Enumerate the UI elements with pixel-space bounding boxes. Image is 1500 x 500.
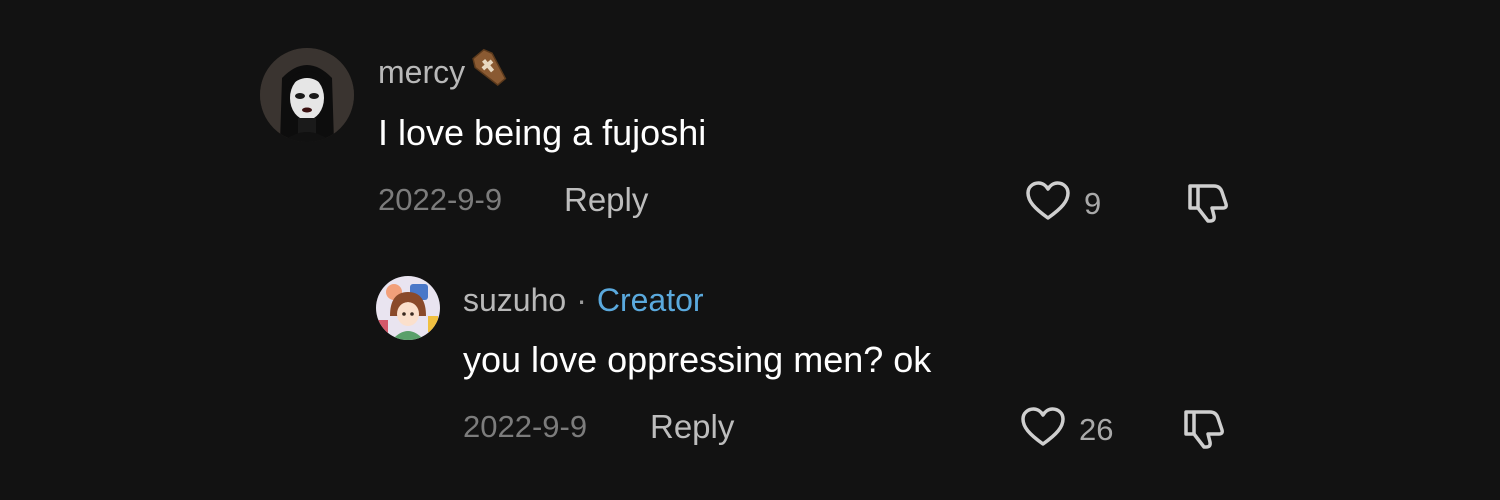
reply-button[interactable]: Reply xyxy=(650,408,734,446)
reply-text: you love oppressing men? ok xyxy=(463,339,932,380)
like-button[interactable]: 9 xyxy=(1024,180,1101,227)
comment-text: I love being a fujoshi xyxy=(378,112,707,153)
avatar[interactable] xyxy=(260,48,354,142)
heart-icon xyxy=(1019,406,1067,453)
coffin-icon xyxy=(467,48,513,96)
comment-date: 2022-9-9 xyxy=(378,182,503,217)
thumbs-down-icon xyxy=(1184,184,1232,228)
reply-button[interactable]: Reply xyxy=(564,181,648,219)
reply-author-row: suzuho · Creator xyxy=(463,280,704,320)
like-count: 26 xyxy=(1079,411,1114,447)
dislike-button[interactable] xyxy=(1180,406,1228,455)
reply-username[interactable]: suzuho xyxy=(463,282,566,319)
dislike-button[interactable] xyxy=(1184,180,1232,229)
like-count: 9 xyxy=(1084,185,1102,221)
separator-dot: · xyxy=(576,281,587,318)
avatar[interactable] xyxy=(376,276,440,340)
creator-badge: Creator xyxy=(596,281,704,318)
reply-date: 2022-9-9 xyxy=(463,409,588,444)
comment-author-row: mercy xyxy=(378,48,513,92)
thumbs-down-icon xyxy=(1180,410,1228,454)
comment-username[interactable]: mercy xyxy=(378,54,465,91)
like-button[interactable]: 26 xyxy=(1019,406,1113,453)
heart-icon xyxy=(1024,180,1072,227)
